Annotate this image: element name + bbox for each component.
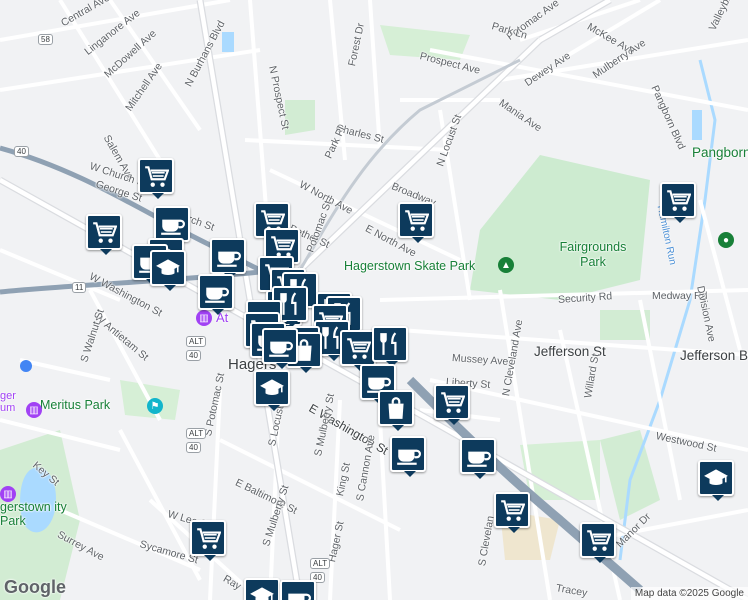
place-label-skate-park: Hagerstown Skate Park <box>344 259 476 273</box>
map-marker-cup[interactable] <box>390 436 426 477</box>
map-base-layer <box>0 0 748 600</box>
coffee-cup-icon <box>397 449 421 465</box>
map-marker-cart[interactable] <box>190 520 226 561</box>
map-canvas[interactable]: Central Ave Linganore Ave McDowell Ave M… <box>0 0 748 600</box>
school-cap-icon <box>260 379 284 396</box>
map-marker-cart[interactable] <box>434 384 470 425</box>
grocery-cart-icon <box>93 222 117 243</box>
map-marker-cap[interactable] <box>244 578 280 600</box>
map-marker-cup[interactable] <box>460 438 496 479</box>
grocery-cart-icon <box>145 166 169 187</box>
map-marker-bag[interactable] <box>378 390 414 431</box>
route-shield-40a: 40 <box>186 350 201 361</box>
attraction-icon[interactable]: ▥ <box>196 310 212 326</box>
coffee-cup-icon <box>269 341 293 357</box>
map-attribution[interactable]: Map data ©2025 Google <box>630 587 748 600</box>
grocery-cart-icon <box>347 338 371 359</box>
place-label-fairgrounds-park: Fairgrounds Park <box>559 240 627 269</box>
park-area-manor <box>600 430 660 520</box>
grocery-cart-icon <box>501 500 525 521</box>
map-marker-cart[interactable] <box>494 492 530 533</box>
city-park-museum-icon[interactable]: ▥ <box>0 486 16 502</box>
map-marker-cart[interactable] <box>86 214 122 255</box>
reservoir <box>692 110 702 140</box>
route-shield-40: 40 <box>14 146 29 157</box>
route-shield-alt40b: ALT <box>186 428 207 439</box>
school-cap-icon <box>704 469 728 486</box>
map-marker-cup[interactable] <box>198 274 234 315</box>
route-shield-58: 58 <box>38 34 53 45</box>
map-marker-cart[interactable] <box>138 158 174 199</box>
street-label-pangborn: Pangborn <box>692 145 748 160</box>
museum-icon[interactable]: ▥ <box>26 402 42 418</box>
fairgrounds-park-area <box>470 155 650 300</box>
skate-park-icon[interactable]: ▲ <box>498 257 514 273</box>
coffee-cup-icon <box>288 593 311 600</box>
grocery-cart-icon <box>587 530 611 551</box>
school-cap-icon <box>250 587 274 600</box>
map-marker-cart[interactable] <box>660 182 696 223</box>
route-shield-alt40c: ALT <box>310 558 331 569</box>
coffee-cup-icon <box>161 219 185 235</box>
coffee-cup-icon <box>217 251 241 267</box>
map-marker-cart[interactable] <box>340 330 376 371</box>
map-marker-cap[interactable] <box>698 460 734 501</box>
pond <box>222 32 234 52</box>
grocery-cart-icon <box>405 210 429 231</box>
map-marker-cup[interactable] <box>210 238 246 279</box>
route-shield-40b: 40 <box>186 442 201 453</box>
point-icon[interactable] <box>20 360 32 372</box>
grocery-cart-icon <box>197 528 221 549</box>
map-marker-fork[interactable] <box>372 326 408 367</box>
map-marker-cart[interactable] <box>398 202 434 243</box>
meritus-park-icon[interactable]: ⚑ <box>147 398 163 414</box>
shopping-bag-icon <box>388 397 404 419</box>
coffee-cup-icon <box>205 287 229 303</box>
map-marker-cap[interactable] <box>150 250 186 291</box>
park-area-small <box>285 100 315 135</box>
restaurant-icon <box>380 332 397 355</box>
school-cap-icon <box>156 259 180 276</box>
fairgrounds-tree-icon[interactable]: ● <box>718 232 734 248</box>
map-marker-cup[interactable] <box>262 328 298 369</box>
map-marker-cart[interactable] <box>580 522 616 563</box>
coffee-cup-icon <box>467 451 491 467</box>
map-marker-cap[interactable] <box>254 370 290 411</box>
grocery-cart-icon <box>667 190 691 211</box>
map-marker-cup[interactable] <box>154 206 190 247</box>
street-label-jefferson-blvd: Jefferson Bl <box>680 348 748 363</box>
place-label-city-park: gerstown ity Park <box>0 500 67 528</box>
place-label-meritus-park: Meritus Park <box>40 398 111 412</box>
map-marker-cup[interactable] <box>280 580 316 600</box>
route-shield-11: 11 <box>72 282 87 293</box>
grocery-cart-icon <box>441 392 465 413</box>
route-shield-alt40a: ALT <box>186 336 207 347</box>
google-logo: Google <box>4 577 66 597</box>
